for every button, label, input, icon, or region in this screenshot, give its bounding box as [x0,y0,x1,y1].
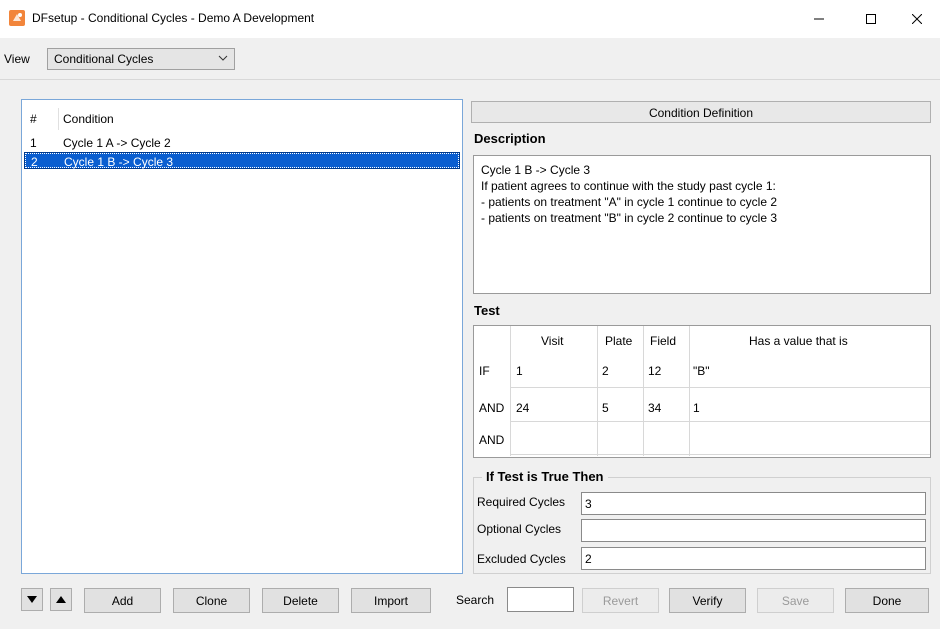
move-up-button[interactable] [50,588,72,611]
grid-line [597,326,598,456]
app-logo-icon [9,10,25,26]
done-button[interactable]: Done [845,588,929,613]
save-button[interactable]: Save [757,588,834,613]
list-item-selected[interactable]: 2 Cycle 1 B -> Cycle 3 [24,152,460,169]
test-table[interactable]: Visit Plate Field Has a value that is IF… [473,325,931,458]
verify-button[interactable]: Verify [669,588,746,613]
conditions-list-header: # Condition [22,108,462,130]
add-button[interactable]: Add [84,588,161,613]
conditions-list[interactable]: # Condition 1 Cycle 1 A -> Cycle 2 2 Cyc… [21,99,463,574]
test-cell-plate[interactable]: 2 [602,364,609,378]
excluded-cycles-field[interactable]: 2 [581,547,926,570]
optional-cycles-field[interactable] [581,519,926,542]
window-title: DFsetup - Conditional Cycles - Demo A De… [32,11,315,25]
description-line: - patients on treatment "B" in cycle 2 c… [481,211,778,225]
if-test-true-label: If Test is True Then [482,469,608,484]
list-item-condition: Cycle 1 A -> Cycle 2 [63,136,171,150]
grid-line [510,454,930,455]
test-operator: AND [479,401,505,415]
grid-line [689,326,690,456]
minimize-icon [814,18,824,20]
description-line: If patient agrees to continue with the s… [481,179,776,193]
close-icon [912,14,922,24]
test-header-plate: Plate [605,334,633,348]
condition-definition-header: Condition Definition [471,101,931,123]
test-header-visit: Visit [541,334,564,348]
column-header-condition: Condition [63,112,114,126]
minimize-button[interactable] [796,0,842,38]
view-select[interactable]: Conditional Cycles [47,48,235,70]
maximize-icon [866,14,876,24]
test-cell-field[interactable]: 34 [648,401,661,415]
grid-line [510,326,511,456]
maximize-button[interactable] [848,0,894,38]
test-cell-field[interactable]: 12 [648,364,661,378]
test-cell-value[interactable]: 1 [693,401,700,415]
if-test-true-group: If Test is True Then Required Cycles 3 O… [473,469,931,574]
excluded-cycles-label: Excluded Cycles [477,552,566,566]
delete-button[interactable]: Delete [262,588,339,613]
search-label: Search [456,593,495,607]
column-header-number: # [30,112,37,126]
triangle-down-icon [27,595,37,603]
view-select-value: Conditional Cycles [54,52,154,66]
toolbar-divider [0,79,940,80]
test-operator: IF [479,364,490,378]
description-textarea[interactable]: Cycle 1 B -> Cycle 3 If patient agrees t… [473,155,931,294]
test-cell-visit[interactable]: 1 [516,364,523,378]
grid-line [510,421,930,422]
chevron-down-icon [218,52,228,67]
list-item-number: 1 [30,136,37,150]
test-cell-value[interactable]: "B" [693,364,710,378]
grid-line [510,387,930,388]
description-label: Description [474,131,546,146]
test-label: Test [474,303,500,318]
grid-line [643,326,644,456]
search-input[interactable] [507,587,574,612]
test-header-value: Has a value that is [749,334,848,348]
view-label: View [4,52,30,66]
test-header-field: Field [650,334,677,348]
required-cycles-label: Required Cycles [477,495,566,509]
list-item-condition: Cycle 1 B -> Cycle 3 [64,155,174,169]
test-cell-plate[interactable]: 5 [602,401,609,415]
test-cell-visit[interactable]: 24 [516,401,529,415]
import-button[interactable]: Import [351,588,431,613]
description-line: - patients on treatment "A" in cycle 1 c… [481,195,778,209]
triangle-up-icon [56,595,66,603]
column-divider [58,108,59,130]
optional-cycles-label: Optional Cycles [477,522,562,536]
revert-button[interactable]: Revert [582,588,659,613]
description-line: Cycle 1 B -> Cycle 3 [481,163,591,177]
title-bar: DFsetup - Conditional Cycles - Demo A De… [0,0,940,38]
move-down-button[interactable] [21,588,43,611]
close-button[interactable] [894,0,940,38]
list-item-number: 2 [31,155,38,169]
required-cycles-field[interactable]: 3 [581,492,926,515]
list-item[interactable]: 1 Cycle 1 A -> Cycle 2 [24,134,460,151]
clone-button[interactable]: Clone [173,588,250,613]
test-operator: AND [479,433,505,447]
